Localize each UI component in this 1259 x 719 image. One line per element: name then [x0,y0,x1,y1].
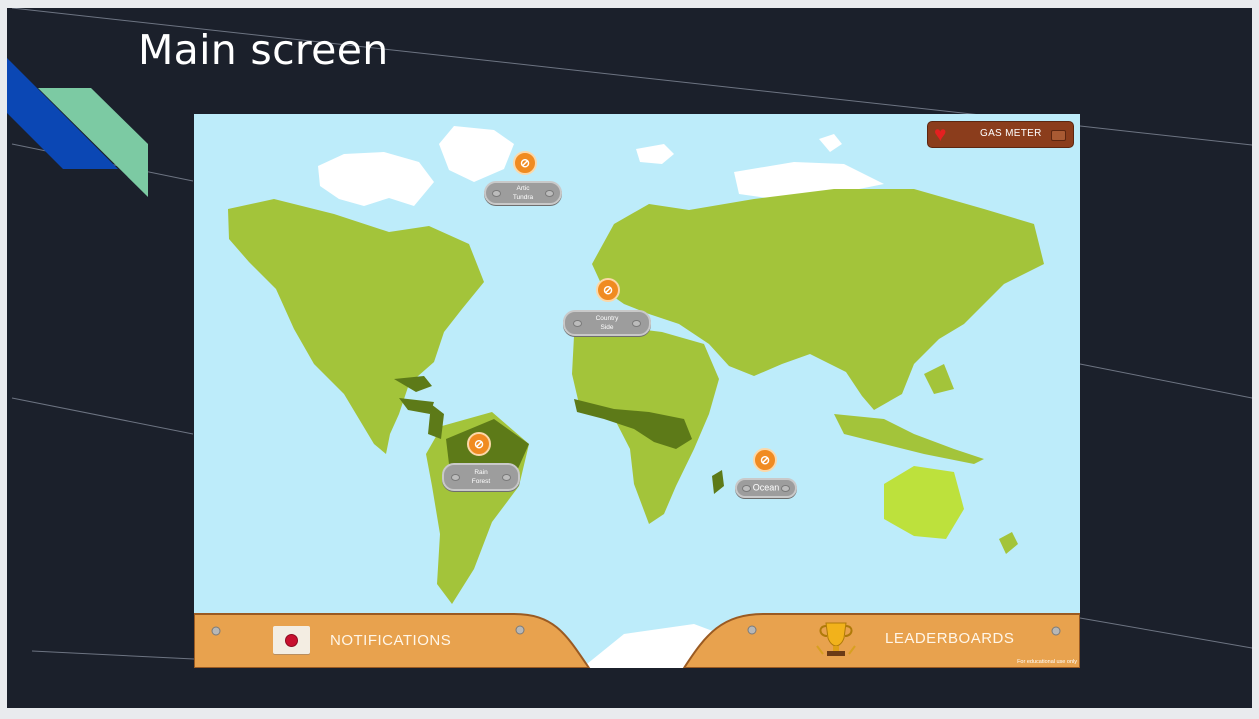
ocean-location-button[interactable]: Ocean [735,478,797,498]
country-location-pin[interactable]: ⊘ [596,278,620,302]
compass-icon: ⊘ [759,453,771,467]
greenland-ice [439,126,514,182]
gas-meter-slot [1051,130,1066,141]
compass-icon: ⊘ [519,156,531,170]
rainforest-location-button[interactable]: Rain Forest [442,463,520,491]
compass-icon: ⊘ [473,437,485,451]
country-location-button[interactable]: Country Side [563,310,651,336]
slide-accent-shape [7,58,148,197]
envelope-icon[interactable] [273,626,310,654]
notifications-button[interactable]: NOTIFICATIONS [330,632,451,649]
game-screen: ♥ GAS METER ⊘ Artic Tundra ⊘ Country Sid… [194,114,1080,668]
wax-seal-icon [285,634,298,647]
trophy-icon[interactable] [814,620,858,658]
gas-meter: ♥ GAS METER [927,121,1074,148]
arctic-location-pin[interactable]: ⊘ [513,151,537,175]
arctic-location-label: Artic Tundra [512,185,534,201]
leaderboards-button[interactable]: LEADERBOARDS [885,630,1014,647]
gas-meter-label: GAS METER [980,128,1042,139]
ocean-location-label: Ocean [752,482,780,493]
indonesia [834,414,984,464]
rainforest-location-label: Rain Forest [471,469,491,485]
rainforest-location-pin[interactable]: ⊘ [467,432,491,456]
footnote: For educational use only [1017,659,1077,665]
ocean-location-pin[interactable]: ⊘ [753,448,777,472]
world-map [194,126,1080,668]
heart-icon: ♥ [934,123,947,146]
north-america [228,199,484,454]
slide-title: Main screen [138,26,389,74]
arctic-location-button[interactable]: Artic Tundra [484,181,562,205]
arctic-islands-ice [318,152,434,206]
slide: Main screen ♥ GAS METER ⊘ Artic Tundra ⊘… [7,8,1252,708]
country-location-label: Country Side [595,315,619,331]
compass-icon: ⊘ [602,283,614,297]
australia [884,466,964,539]
